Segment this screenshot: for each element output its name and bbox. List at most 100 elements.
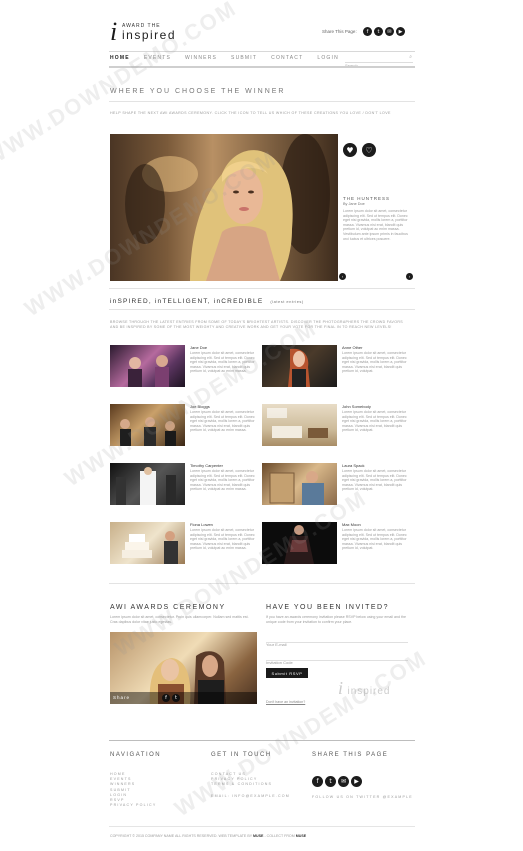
- entry-card[interactable]: Joe Bloggs Lorem ipsum dolor sit amet, c…: [110, 404, 260, 449]
- entry-card[interactable]: Jane Doe Lorem ipsum dolor sit amet, con…: [110, 345, 260, 390]
- entry-name: John Somebody: [342, 404, 371, 409]
- entry-name: Timothy Carpenter: [190, 463, 223, 468]
- ceremony-share-label: Share: [113, 695, 131, 700]
- copyright-mid: - COLLECT FROM: [264, 834, 295, 838]
- nav-events[interactable]: EVENTS: [144, 55, 171, 61]
- email-icon[interactable]: ✉: [385, 27, 394, 36]
- ceremony-image: Share f t: [110, 632, 257, 704]
- ceremony-title: AWI AWARDS CEREMONY: [110, 604, 226, 611]
- youtube-icon[interactable]: ▶: [351, 776, 362, 787]
- copyright-text: COPYRIGHT © 2015 COMPANY NAME ALL RIGHTS…: [110, 834, 253, 838]
- footer-contact-list: CONTACT US PRIVACY POLICY TERMS & CONDIT…: [211, 772, 290, 798]
- footer-nav-list: HOME EVENTS WINNERS SUBMIT LOGIN RSVP PR…: [110, 772, 156, 808]
- copyright-brand2[interactable]: MUSE: [296, 834, 306, 838]
- footer-share-title: SHARE THIS PAGE: [312, 752, 389, 758]
- ceremony-share-bar: Share f t: [110, 692, 257, 704]
- watermark-logo: i inspired: [338, 678, 391, 699]
- feature-text: Lorem ipsum dolor sit amet, consectetur …: [343, 209, 408, 241]
- nav-winners[interactable]: WINNERS: [185, 55, 217, 61]
- nav-submit[interactable]: SUBMIT: [231, 55, 257, 61]
- entry-image: [110, 345, 185, 387]
- footer-link-winners[interactable]: WINNERS: [110, 782, 156, 787]
- search-field[interactable]: Search ⌕: [345, 54, 413, 68]
- feature-image: [110, 134, 338, 281]
- twitter-icon[interactable]: t: [172, 693, 180, 702]
- footer-contact-title: GET IN TOUCH: [211, 752, 272, 758]
- email-icon[interactable]: ✉: [338, 776, 349, 787]
- copyright: COPYRIGHT © 2015 COMPANY NAME ALL RIGHTS…: [110, 834, 410, 839]
- entry-name: Jane Doe: [190, 345, 208, 350]
- nav-contact[interactable]: CONTACT: [271, 55, 303, 61]
- email-input[interactable]: Your E-mail: [266, 642, 287, 647]
- entry-name: Joe Bloggs: [190, 404, 210, 409]
- help-link[interactable]: Don't have an invitation?: [266, 700, 305, 704]
- prev-arrow-icon[interactable]: ‹: [339, 273, 346, 280]
- footer-link-terms[interactable]: TERMS & CONDITIONS: [211, 782, 290, 787]
- entry-card[interactable]: Laura Spack Lorem ipsum dolor sit amet, …: [262, 463, 412, 508]
- footer-link-home[interactable]: HOME: [110, 772, 156, 777]
- entry-image: [110, 404, 185, 446]
- entry-card[interactable]: Timothy Carpenter Lorem ipsum dolor sit …: [110, 463, 260, 508]
- entry-name: Laura Spack: [342, 463, 365, 468]
- logo[interactable]: i AWARD THE inspired: [110, 17, 190, 46]
- section-subtitle: (latest entries): [270, 299, 304, 304]
- watermark-logo-text: inspired: [347, 686, 391, 697]
- footer-link-submit[interactable]: SUBMIT: [110, 788, 156, 793]
- entry-text: Lorem ipsum dolor sit amet, consectetur …: [190, 528, 255, 551]
- entry-image: [262, 522, 337, 564]
- twitter-icon[interactable]: t: [374, 27, 383, 36]
- logo-i-glyph: i: [110, 17, 118, 46]
- dont-love-icon[interactable]: ♡: [362, 143, 376, 157]
- entry-text: Lorem ipsum dolor sit amet, consectetur …: [190, 410, 255, 433]
- entry-name: Max Moon: [342, 522, 361, 527]
- logo-main-text: inspired: [122, 28, 177, 42]
- follow-text[interactable]: FOLLOW US ON TWITTER @EXAMPLE: [312, 795, 413, 800]
- code-input[interactable]: Invitation Code: [266, 660, 293, 665]
- email-field[interactable]: Your E-mail: [266, 633, 408, 647]
- ceremony-text: Lorem ipsum dolor sit amet, consectetur.…: [110, 615, 249, 624]
- invited-title: HAVE YOU BEEN INVITED?: [266, 604, 389, 611]
- footer-link-privacy-policy[interactable]: PRIVACY POLICY: [211, 777, 290, 782]
- watermark-logo-i: i: [338, 678, 344, 698]
- nav-login[interactable]: LOGIN: [317, 55, 339, 61]
- invited-text: If you have an awards ceremony invitatio…: [266, 615, 406, 624]
- footer-link-rsvp[interactable]: RSVP: [110, 798, 156, 803]
- facebook-icon[interactable]: f: [363, 27, 372, 36]
- submit-rsvp-label: Submit RSVP: [271, 670, 303, 676]
- section-title: inSPIRED, inTELLIGENT, inCREDIBLE (lates…: [110, 298, 304, 305]
- entry-card[interactable]: Anne Other Lorem ipsum dolor sit amet, c…: [262, 345, 412, 390]
- youtube-icon[interactable]: ▶: [396, 27, 405, 36]
- entry-text: Lorem ipsum dolor sit amet, consectetur …: [190, 351, 255, 374]
- footer-contact-email[interactable]: EMAIL: INFO@EXAMPLE.COM: [211, 794, 290, 799]
- facebook-icon[interactable]: f: [312, 776, 323, 787]
- header-social: f t ✉ ▶: [363, 27, 405, 36]
- entry-image: [262, 463, 337, 505]
- footer-link-events[interactable]: EVENTS: [110, 777, 156, 782]
- feature-portrait: [125, 134, 330, 281]
- feature-author: By Jane Doe: [343, 202, 365, 206]
- feature-title: THE HUNTRESS: [343, 196, 391, 201]
- footer-link-login[interactable]: LOGIN: [110, 793, 156, 798]
- copyright-brand1[interactable]: MUSE: [253, 834, 263, 838]
- entry-card[interactable]: Max Moon Lorem ipsum dolor sit amet, con…: [262, 522, 412, 567]
- ceremony-social: f t: [162, 693, 180, 702]
- footer-link-contact[interactable]: CONTACT US: [211, 772, 290, 777]
- footer-link-privacy[interactable]: PRIVACY POLICY: [110, 803, 156, 808]
- choose-intro: HELP SHAPE THE NEXT AWI AWARDS CEREMONY.…: [110, 111, 391, 115]
- entry-name: Anne Other: [342, 345, 363, 350]
- entry-image: [262, 345, 337, 387]
- entry-card[interactable]: Fiona Lowen Lorem ipsum dolor sit amet, …: [110, 522, 260, 567]
- facebook-icon[interactable]: f: [162, 693, 170, 702]
- code-field[interactable]: Invitation Code: [266, 651, 408, 665]
- twitter-icon[interactable]: t: [325, 776, 336, 787]
- next-arrow-icon[interactable]: ›: [406, 273, 413, 280]
- entry-image: [262, 404, 337, 446]
- entry-text: Lorem ipsum dolor sit amet, consectetur …: [342, 351, 407, 374]
- nav-home[interactable]: HOME: [110, 55, 130, 61]
- entry-card[interactable]: John Somebody Lorem ipsum dolor sit amet…: [262, 404, 412, 449]
- love-icon[interactable]: ♥: [343, 143, 357, 157]
- submit-rsvp-button[interactable]: Submit RSVP: [266, 668, 308, 678]
- share-label: Share This Page:: [322, 29, 357, 34]
- entry-text: Lorem ipsum dolor sit amet, consectetur …: [342, 410, 407, 433]
- search-icon[interactable]: ⌕: [409, 54, 412, 60]
